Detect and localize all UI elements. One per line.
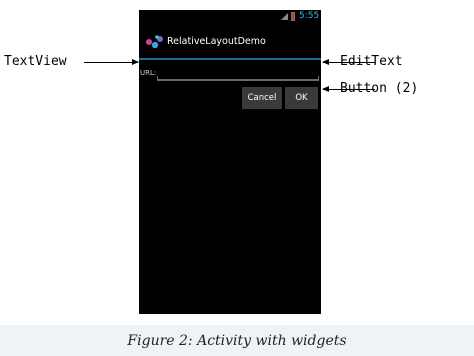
status-time: 5:55 xyxy=(299,11,320,21)
app-title: RelativeLayoutDemo xyxy=(167,36,266,47)
url-edittext[interactable] xyxy=(157,62,319,80)
edittext-arrow xyxy=(322,59,375,65)
cancel-button[interactable]: Cancel xyxy=(242,87,282,109)
url-edittext-underline xyxy=(157,76,319,81)
ok-button[interactable]: OK xyxy=(285,87,318,109)
device-screen: 5:55 RelativeLayoutDemo URL: Cancel OK xyxy=(139,10,321,314)
url-textview: URL: xyxy=(140,69,157,77)
figure-caption: Figure 2: Activity with widgets xyxy=(0,325,474,356)
app-icon xyxy=(146,35,163,49)
button-arrow xyxy=(322,86,375,92)
signal-icon xyxy=(281,13,288,20)
status-bar: 5:55 xyxy=(139,10,321,23)
caption-text: Figure 2: Activity with widgets xyxy=(127,332,347,349)
action-bar: RelativeLayoutDemo xyxy=(139,24,321,60)
battery-icon xyxy=(291,12,295,21)
textview-arrow xyxy=(84,59,139,65)
textview-annotation: TextView xyxy=(4,54,67,69)
